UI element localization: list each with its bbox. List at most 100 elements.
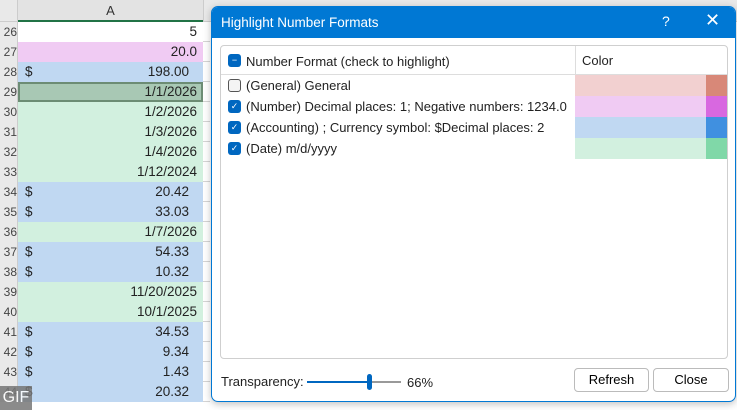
highlight-number-formats-dialog: Highlight Number Formats ? ✕ − Number Fo… xyxy=(211,6,736,402)
format-checkbox[interactable]: ✓ xyxy=(228,100,241,113)
table-row: 37 $ 54.33 xyxy=(0,242,210,262)
color-swatch[interactable] xyxy=(575,96,706,117)
cell[interactable]: 10/1/2025 xyxy=(18,302,203,322)
refresh-button[interactable]: Refresh xyxy=(574,368,649,392)
row-number[interactable]: 36 xyxy=(0,222,18,242)
currency-symbol: $ xyxy=(25,362,33,382)
currency-symbol: $ xyxy=(25,342,33,362)
cell[interactable]: 1/1/2026 xyxy=(18,82,203,102)
color-swatch[interactable] xyxy=(575,75,706,96)
list-header: − Number Format (check to highlight) Col… xyxy=(221,46,727,75)
row-number[interactable]: 34 xyxy=(0,182,18,202)
color-picker[interactable] xyxy=(706,138,728,159)
select-all-corner[interactable] xyxy=(0,0,18,22)
format-label: (Accounting) ; Currency symbol: $Decimal… xyxy=(246,120,544,135)
rows: 26 527 20.028 $ 198.0029 1/1/202630 1/2/… xyxy=(0,22,210,402)
select-all-checkbox[interactable]: − xyxy=(228,54,241,67)
list-item[interactable]: ✓ (Accounting) ; Currency symbol: $Decim… xyxy=(221,117,727,138)
row-number[interactable]: 31 xyxy=(0,122,18,142)
color-swatch[interactable] xyxy=(575,138,706,159)
format-checkbox[interactable] xyxy=(228,79,241,92)
row-number[interactable]: 30 xyxy=(0,102,18,122)
format-label: (Date) m/d/yyyy xyxy=(246,141,337,156)
color-picker[interactable] xyxy=(706,96,728,117)
list-item[interactable]: (General) General xyxy=(221,75,727,96)
cell[interactable]: 11/20/2025 xyxy=(18,282,203,302)
close-button[interactable]: Close xyxy=(653,368,729,392)
cell[interactable]: $ 34.53 xyxy=(18,322,203,342)
dialog-title: Highlight Number Formats xyxy=(221,15,379,30)
color-picker[interactable] xyxy=(706,75,728,96)
header-format: Number Format (check to highlight) xyxy=(246,54,450,69)
row-number[interactable]: 40 xyxy=(0,302,18,322)
table-row: 42 $ 9.34 xyxy=(0,342,210,362)
table-row: 31 1/3/2026 xyxy=(0,122,210,142)
cell-value: 54.33 xyxy=(155,244,197,259)
cell-value: 10.32 xyxy=(155,264,197,279)
cell-value: 5 xyxy=(189,24,197,39)
row-number[interactable]: 35 xyxy=(0,202,18,222)
header-color: Color xyxy=(575,46,613,74)
cell[interactable]: $ 10.32 xyxy=(18,262,203,282)
cell[interactable]: $ 20.42 xyxy=(18,182,203,202)
row-number[interactable]: 27 xyxy=(0,42,18,62)
table-row: 26 5 xyxy=(0,22,210,42)
currency-symbol: $ xyxy=(25,242,33,262)
row-number[interactable]: 28 xyxy=(0,62,18,82)
table-row: 32 1/4/2026 xyxy=(0,142,210,162)
cell[interactable]: 20.0 xyxy=(18,42,203,62)
cell[interactable]: $ 20.32 xyxy=(18,382,203,402)
row-number[interactable]: 37 xyxy=(0,242,18,262)
color-swatch[interactable] xyxy=(575,117,706,138)
row-number[interactable]: 43 xyxy=(0,362,18,382)
row-number[interactable]: 33 xyxy=(0,162,18,182)
table-row: 36 1/7/2026 xyxy=(0,222,210,242)
table-row: 35 $ 33.03 xyxy=(0,202,210,222)
format-label: (Number) Decimal places: 1; Negative num… xyxy=(246,99,567,114)
row-number[interactable]: 42 xyxy=(0,342,18,362)
cell[interactable]: $ 1.43 xyxy=(18,362,203,382)
row-number[interactable]: 39 xyxy=(0,282,18,302)
cell[interactable]: $ 198.00 xyxy=(18,62,203,82)
table-row: 30 1/2/2026 xyxy=(0,102,210,122)
row-number[interactable]: 38 xyxy=(0,262,18,282)
row-number[interactable]: 41 xyxy=(0,322,18,342)
cell[interactable]: 1/7/2026 xyxy=(18,222,203,242)
table-row: 40 10/1/2025 xyxy=(0,302,210,322)
table-row: 28 $ 198.00 xyxy=(0,62,210,82)
row-number[interactable]: 32 xyxy=(0,142,18,162)
cell-value: 1/2/2026 xyxy=(144,104,197,119)
row-number[interactable]: 26 xyxy=(0,22,18,42)
cell[interactable]: 1/2/2026 xyxy=(18,102,203,122)
format-checkbox[interactable]: ✓ xyxy=(228,142,241,155)
currency-symbol: $ xyxy=(25,62,33,82)
cell-value: 9.34 xyxy=(163,344,197,359)
close-icon[interactable]: ✕ xyxy=(705,10,720,31)
cell[interactable]: $ 54.33 xyxy=(18,242,203,262)
table-row: 27 20.0 xyxy=(0,42,210,62)
cell[interactable]: $ 9.34 xyxy=(18,342,203,362)
row-number[interactable]: 29 xyxy=(0,82,18,102)
cell-value: 10/1/2025 xyxy=(137,304,197,319)
cell-value: 33.03 xyxy=(155,204,197,219)
table-row: 29 1/1/2026 xyxy=(0,82,210,102)
list-item[interactable]: ✓ (Number) Decimal places: 1; Negative n… xyxy=(221,96,727,117)
color-picker[interactable] xyxy=(706,117,728,138)
slider-fill xyxy=(307,381,369,383)
table-row: 34 $ 20.42 xyxy=(0,182,210,202)
cell[interactable]: 1/12/2024 xyxy=(18,162,203,182)
title-bar[interactable]: Highlight Number Formats ? ✕ xyxy=(212,7,735,38)
cell-value: 1/7/2026 xyxy=(144,224,197,239)
help-button[interactable]: ? xyxy=(662,13,670,29)
cell[interactable]: 1/4/2026 xyxy=(18,142,203,162)
cell-value: 20.0 xyxy=(171,44,197,59)
column-header-a[interactable]: A xyxy=(18,0,203,22)
slider-thumb[interactable] xyxy=(367,374,372,390)
cell[interactable]: 5 xyxy=(18,22,203,42)
table-row: 39 11/20/2025 xyxy=(0,282,210,302)
list-item[interactable]: ✓ (Date) m/d/yyyy xyxy=(221,138,727,159)
cell[interactable]: 1/3/2026 xyxy=(18,122,203,142)
format-checkbox[interactable]: ✓ xyxy=(228,121,241,134)
cell[interactable]: $ 33.03 xyxy=(18,202,203,222)
currency-symbol: $ xyxy=(25,182,33,202)
